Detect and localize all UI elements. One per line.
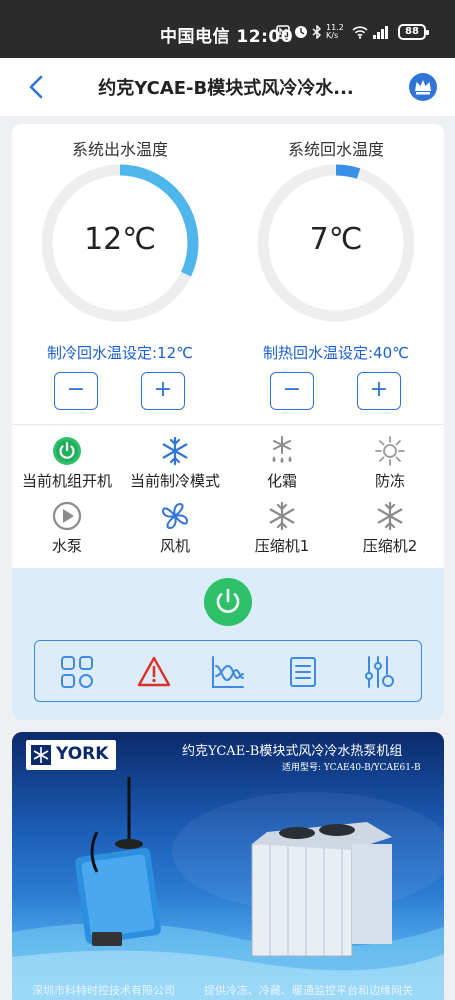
grid-icon[interactable]	[59, 654, 95, 690]
nav-bar: 约克YCAE-B模块式风冷冷水...	[0, 58, 455, 116]
signal-icon	[373, 25, 388, 39]
snowflake-gray-icon	[377, 501, 403, 531]
outlet-temp-value: 12℃	[84, 222, 156, 257]
power-on-icon	[53, 437, 81, 465]
status-label: 风机	[159, 537, 190, 555]
curve-chart-icon[interactable]	[210, 654, 246, 690]
page-title: 约克YCAE-B模块式风冷冷水...	[98, 78, 354, 99]
settings-sliders-icon[interactable]	[361, 654, 397, 690]
cooling-increase-button[interactable]: +	[141, 372, 185, 410]
banner-title: 约克YCAE-B模块式风冷冷水热泵机组	[182, 744, 403, 759]
list-icon[interactable]	[285, 654, 321, 690]
carrier-time: 中国电信 12:00	[160, 27, 294, 47]
status-cooling-mode: 当前制冷模式	[120, 434, 230, 491]
snowflake-gray-icon	[269, 501, 295, 531]
heating-setpoint: 制热回水温设定:40℃	[263, 344, 409, 362]
gauge-title-outlet: 系统出水温度	[71, 140, 168, 159]
main-card: 系统出水温度 12℃ 系统回水温度 7℃ 制冷回水温设定:12℃ 制热回水温设定…	[12, 124, 444, 720]
status-unit-on: 当前机组开机	[12, 434, 122, 491]
banner-company: 深圳市科特时控技术有限公司	[32, 984, 175, 997]
york-logo: YORK	[26, 740, 116, 770]
status-label: 当前机组开机	[21, 472, 112, 490]
product-banner[interactable]: YORK 约克YCAE-B模块式风冷冷水热泵机组 适用型号: YCAE40-B/…	[12, 732, 444, 1000]
nfc-icon	[276, 25, 290, 39]
banner-model: 适用型号: YCAE40-B/YCAE61-B	[282, 763, 421, 773]
function-bar	[34, 640, 422, 702]
fan-icon	[161, 502, 189, 530]
gauge-title-return: 系统回水温度	[287, 140, 384, 159]
brand-name: YORK	[56, 744, 109, 764]
clock-icon	[295, 26, 307, 38]
battery-indicator: 88	[398, 24, 429, 40]
status-icons: 11.2 K/s	[276, 24, 390, 40]
bluetooth-icon	[312, 25, 322, 39]
return-temp-value: 7℃	[309, 222, 363, 257]
wifi-icon	[352, 25, 368, 39]
heating-decrease-button[interactable]: −	[270, 372, 314, 410]
control-panel	[12, 568, 444, 720]
pump-play-icon	[52, 501, 82, 531]
status-fan: 风机	[120, 499, 230, 556]
status-label: 防冻	[374, 472, 405, 490]
status-compressor-2: 压缩机2	[335, 499, 444, 556]
net-speed: 11.2 K/s	[326, 23, 344, 40]
snowflake-icon	[162, 436, 188, 466]
status-label: 水泵	[51, 537, 82, 555]
status-defrost: 化霜	[227, 434, 337, 491]
cooling-decrease-button[interactable]: −	[54, 372, 98, 410]
heating-increase-button[interactable]: +	[357, 372, 401, 410]
alarm-icon[interactable]	[136, 654, 172, 690]
status-label: 当前制冷模式	[129, 472, 220, 490]
status-label: 化霜	[266, 472, 297, 490]
cooling-setpoint: 制冷回水温设定:12℃	[47, 344, 193, 362]
status-label: 压缩机1	[254, 537, 310, 555]
defrost-icon	[272, 436, 292, 463]
sun-icon	[375, 436, 405, 466]
status-antifreeze: 防冻	[335, 434, 444, 491]
york-snowflake-icon	[31, 745, 51, 765]
status-compressor-1: 压缩机1	[227, 499, 337, 556]
status-label: 压缩机2	[362, 537, 418, 555]
power-icon[interactable]	[204, 578, 252, 626]
crown-icon[interactable]	[408, 72, 438, 102]
status-bar: 中国电信 12:00 11.2 K/s 88	[0, 0, 455, 58]
status-water-pump: 水泵	[12, 499, 122, 556]
divider	[12, 424, 444, 425]
chevron-left-icon[interactable]	[22, 72, 52, 102]
banner-slogan: 提供冷冻、冷藏、暖通监控平台和边缘网关	[204, 984, 413, 997]
